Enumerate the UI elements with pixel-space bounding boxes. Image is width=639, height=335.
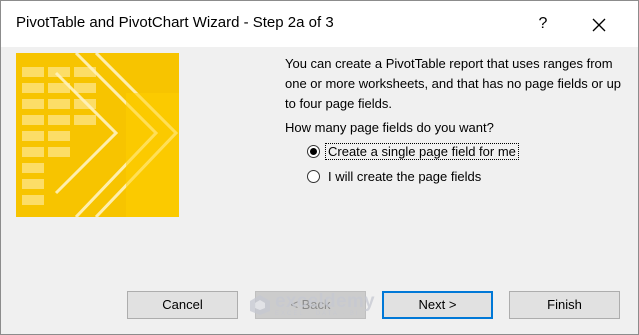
help-button[interactable]: ? bbox=[525, 9, 561, 39]
cancel-button[interactable]: Cancel bbox=[127, 291, 238, 319]
watermark-name: exceldemy bbox=[275, 291, 375, 312]
dialog-title: PivotTable and PivotChart Wizard - Step … bbox=[16, 14, 334, 31]
wizard-dialog: PivotTable and PivotChart Wizard - Step … bbox=[0, 0, 639, 335]
option-label[interactable]: I will create the page fields bbox=[326, 169, 483, 184]
option-single-page-field[interactable]: Create a single page field for me bbox=[307, 141, 519, 161]
finish-button[interactable]: Finish bbox=[509, 291, 620, 319]
description-text: You can create a PivotTable report that … bbox=[285, 56, 622, 111]
title-bar: PivotTable and PivotChart Wizard - Step … bbox=[1, 1, 638, 47]
option-create-page-fields[interactable]: I will create the page fields bbox=[307, 166, 483, 186]
radio-unselected-icon[interactable] bbox=[307, 169, 320, 183]
watermark: exceldemy EXCEL · DATA · BI bbox=[249, 289, 377, 321]
option-label[interactable]: Create a single page field for me bbox=[325, 142, 519, 160]
logo-icon bbox=[250, 295, 270, 315]
wizard-illustration bbox=[16, 53, 179, 217]
close-icon bbox=[592, 18, 606, 32]
page-fields-question: How many page fields do you want? bbox=[285, 120, 494, 135]
pivot-graphic-icon bbox=[16, 53, 179, 217]
radio-selected-icon[interactable] bbox=[307, 144, 320, 158]
close-button[interactable] bbox=[581, 9, 617, 39]
next-button[interactable]: Next > bbox=[382, 291, 493, 319]
